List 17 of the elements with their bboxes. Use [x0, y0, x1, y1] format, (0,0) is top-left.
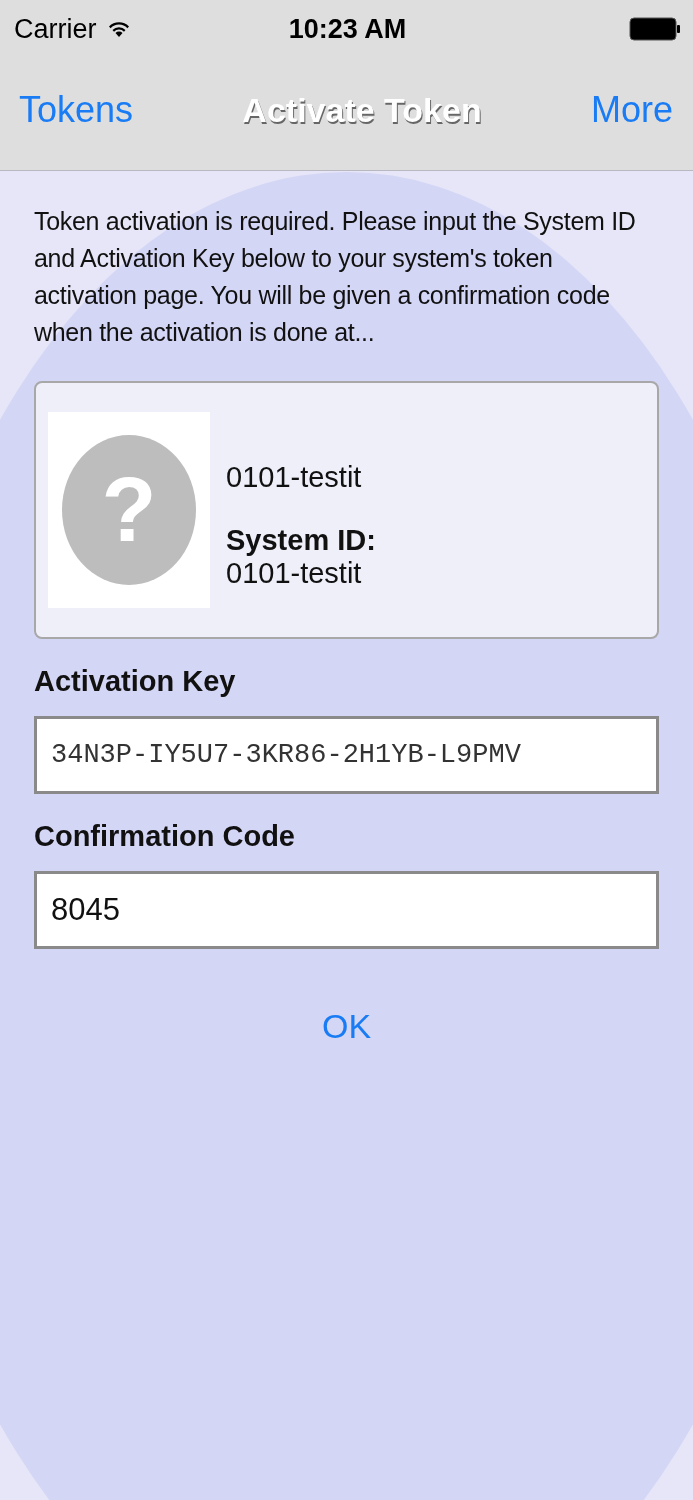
- screen-title: Activate Token: [242, 90, 482, 130]
- input-field[interactable]: 34N3P-IY5U7-3KR86-2H1YB-L9PMV: [34, 716, 659, 794]
- battery-icon: [629, 17, 681, 41]
- instruction-text: Token activation is required. Please input the System ID and Activation Key below to your system's token activation page. You will be given a confirmation code when the activation is done at...: [34, 206, 637, 348]
- question-icon: ?: [62, 435, 196, 585]
- system-id-value: 0101-testit: [226, 556, 363, 590]
- token-name: 0101-testit: [226, 460, 363, 494]
- input-field[interactable]: 8045: [34, 871, 659, 949]
- clock-time: 10:23 AM: [288, 13, 407, 45]
- wifi-icon: [106, 20, 131, 38]
- field-label: Confirmation Code: [34, 820, 296, 853]
- carrier-label: Carrier: [14, 13, 97, 45]
- more-button[interactable]: More: [590, 89, 673, 131]
- back-button[interactable]: Tokens: [19, 89, 134, 131]
- system-id-label: System ID:: [226, 523, 376, 557]
- field-label: Activation Key: [34, 665, 237, 698]
- ok-button[interactable]: OK: [311, 1003, 382, 1050]
